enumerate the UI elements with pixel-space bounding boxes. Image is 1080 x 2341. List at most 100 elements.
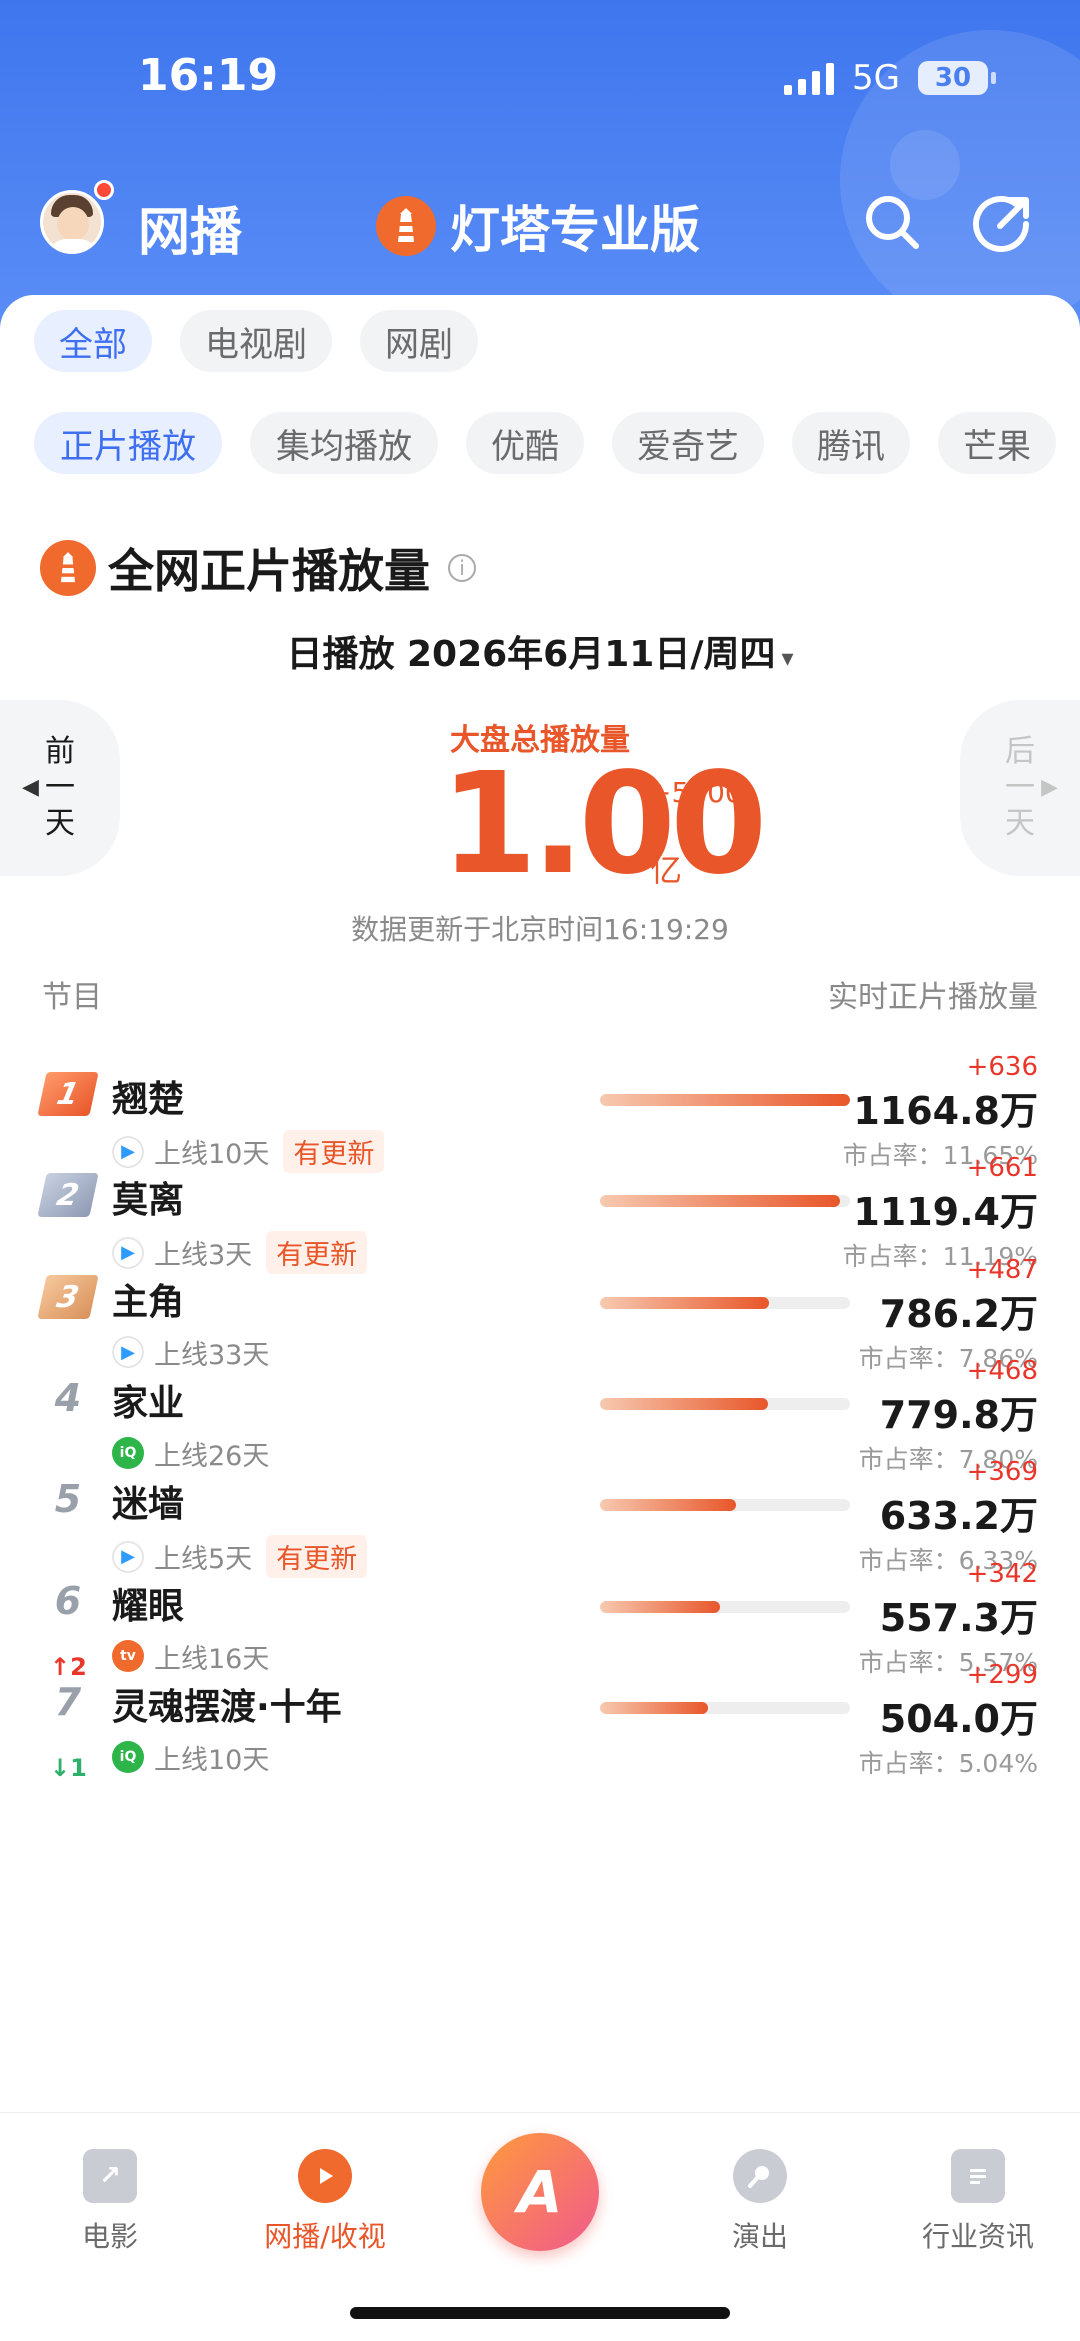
lighthouse-logo-icon <box>376 196 436 256</box>
rank-badge: 7 <box>54 1679 82 1724</box>
next-day-char: 一 <box>1005 770 1035 805</box>
market-share: 市占率：5.04% <box>858 1748 1038 1778</box>
iqiyi-icon: iQ <box>112 1741 144 1774</box>
program-title: 主角 <box>112 1281 185 1323</box>
share-bar-fill <box>600 1195 840 1208</box>
play-delta: +369 <box>966 1457 1038 1488</box>
chip-iqiyi[interactable]: 爱奇艺 <box>612 412 764 474</box>
signal-icon <box>784 61 835 95</box>
play-count: 557.3万 <box>879 1595 1038 1640</box>
play-delta: +487 <box>966 1254 1038 1285</box>
play-count: 504.0万 <box>879 1696 1038 1741</box>
table-row[interactable]: 7 ↓1 灵魂摆渡·十年 iQ 上线10天 +299 504.0万市占率：5.04% <box>0 1660 1080 1810</box>
program-title: 耀眼 <box>112 1585 185 1627</box>
rank-badge: 2 <box>37 1173 99 1218</box>
play-delta: +661 <box>966 1153 1038 1184</box>
rank-badge: 5 <box>54 1477 82 1522</box>
share-bar-fill <box>600 1296 769 1309</box>
share-bar <box>600 1499 850 1512</box>
avatar[interactable] <box>40 190 104 254</box>
tab-show-label: 演出 <box>731 2220 788 2253</box>
program-title: 莫离 <box>112 1180 185 1222</box>
status-time: 16:19 <box>138 50 279 101</box>
tab-show[interactable]: 演出 <box>660 2149 860 2255</box>
play-count: 786.2万 <box>879 1291 1038 1336</box>
network-label: 5G <box>852 58 900 98</box>
play-count: 779.8万 <box>879 1392 1038 1437</box>
share-bar-fill <box>600 1701 709 1714</box>
program-title: 家业 <box>112 1382 185 1424</box>
chip-mango[interactable]: 芒果 <box>938 412 1056 474</box>
page-title[interactable]: 网播 <box>138 190 242 265</box>
next-day-char: 天 <box>1005 806 1035 841</box>
status-icons: 5G 30 <box>784 58 996 98</box>
chip-all[interactable]: 全部 <box>34 310 152 372</box>
info-icon[interactable]: i <box>448 554 476 582</box>
program-meta: iQ 上线10天 <box>112 1738 269 1777</box>
update-time: 数据更新于北京时间16:19:29 <box>351 913 729 946</box>
arrow-right-icon: ▶ <box>1041 775 1058 800</box>
tab-news-label: 行业资讯 <box>921 2220 1034 2253</box>
brand-title: 灯塔专业版 <box>450 201 700 259</box>
notification-dot <box>94 180 114 200</box>
chip-tencent[interactable]: 腾讯 <box>792 412 910 474</box>
share-bar <box>600 1701 850 1714</box>
tab-web-broadcast[interactable]: 网播/收视 <box>225 2149 425 2255</box>
ai-center-button[interactable]: A <box>481 2133 599 2251</box>
caret-down-icon: ▾ <box>781 644 794 672</box>
share-icon[interactable] <box>970 190 1034 254</box>
play-count: 1164.8万 <box>853 1089 1038 1133</box>
rank-change: ↓1 <box>50 1753 87 1782</box>
rank-badge: 4 <box>54 1375 82 1420</box>
date-selector[interactable]: 日播放 2026年6月11日/周四 ▾ <box>0 625 1080 677</box>
chip-main-play[interactable]: 正片播放 <box>34 412 222 474</box>
brand[interactable]: 灯塔专业版 <box>376 190 700 262</box>
share-bar-fill <box>600 1094 850 1106</box>
tab-news[interactable]: 行业资讯 <box>878 2149 1078 2255</box>
share-bar <box>600 1296 850 1309</box>
document-icon <box>951 2149 1005 2203</box>
microphone-icon <box>733 2149 787 2203</box>
program-title: 灵魂摆渡·十年 <box>112 1686 342 1728</box>
share-bar <box>600 1094 850 1106</box>
search-icon[interactable] <box>860 190 924 254</box>
share-bar <box>600 1195 850 1208</box>
share-bar-fill <box>600 1397 768 1410</box>
play-delta: +636 <box>966 1052 1038 1082</box>
program-title: 翘楚 <box>112 1079 185 1120</box>
prev-day-char: 一 <box>45 770 75 805</box>
share-bar <box>600 1397 850 1410</box>
play-icon <box>298 2149 352 2203</box>
share-bar-fill <box>600 1600 720 1613</box>
tab-movie[interactable]: ↗ 电影 <box>10 2149 210 2255</box>
share-bar-fill <box>600 1499 736 1512</box>
total-delta: +5900 <box>648 776 743 809</box>
play-delta: +342 <box>966 1558 1038 1589</box>
trend-chart-icon: ↗ <box>83 2149 137 2203</box>
tab-movie-label: 电影 <box>81 2220 138 2253</box>
rank-badge: 3 <box>37 1274 99 1319</box>
play-count: 633.2万 <box>879 1494 1038 1539</box>
chip-episode-avg[interactable]: 集均播放 <box>250 412 438 474</box>
prev-day-char: 天 <box>45 806 75 841</box>
rank-badge: 6 <box>54 1578 82 1623</box>
arrow-left-icon: ◀ <box>22 775 39 800</box>
days-online: 上线10天 <box>154 1744 270 1776</box>
section-title: 全网正片播放量 i <box>40 535 476 601</box>
play-count: 1119.4万 <box>853 1190 1038 1235</box>
total-unit: 亿 <box>650 851 683 889</box>
date-label: 日播放 2026年6月11日/周四 <box>286 634 776 675</box>
chip-tv-series[interactable]: 电视剧 <box>180 310 332 372</box>
column-header-plays: 实时正片播放量 <box>828 980 1038 1015</box>
program-title: 迷墙 <box>112 1484 185 1526</box>
column-header-program: 节目 <box>42 980 102 1015</box>
play-delta: +299 <box>966 1659 1038 1690</box>
section-title-text: 全网正片播放量 <box>108 544 430 598</box>
home-indicator <box>350 2307 730 2319</box>
play-delta: +468 <box>966 1355 1038 1386</box>
share-bar <box>600 1600 850 1613</box>
tab-web-label: 网播/收视 <box>264 2220 386 2253</box>
chip-web-series[interactable]: 网剧 <box>360 310 478 372</box>
rank-badge: 1 <box>37 1072 99 1116</box>
chip-youku[interactable]: 优酷 <box>466 412 584 474</box>
